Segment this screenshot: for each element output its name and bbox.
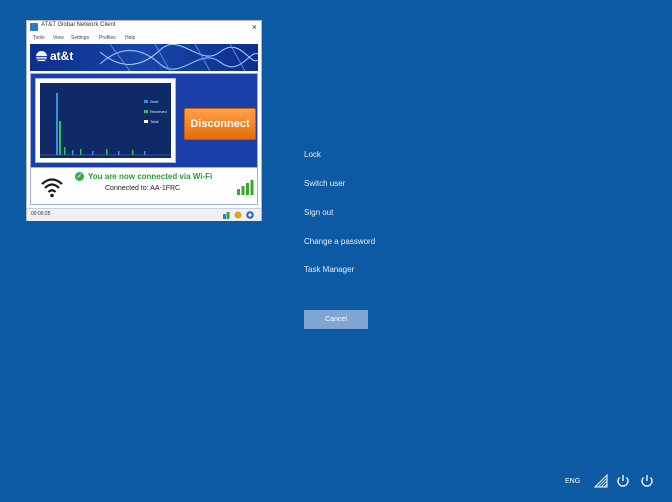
wifi-icon [41, 178, 63, 198]
signal-bars-icon [237, 180, 254, 195]
close-icon[interactable]: × [252, 21, 257, 33]
menu-profiles[interactable]: Profiles [99, 35, 116, 41]
app-icon [30, 23, 38, 31]
lock-option[interactable]: Lock [304, 150, 321, 159]
language-indicator[interactable]: ENG [565, 478, 580, 485]
status-sub-text: Connected to: AA-1FRC [105, 185, 181, 192]
window-title: AT&T Global Network Client [41, 22, 116, 28]
legend-received: Received [144, 109, 167, 114]
cancel-button[interactable]: Cancel [304, 310, 368, 329]
power-icon[interactable] [640, 474, 654, 488]
menubar: Tools View Settings Profiles Help [27, 34, 261, 43]
change-password-option[interactable]: Change a password [304, 237, 375, 246]
menu-help[interactable]: Help [125, 35, 135, 41]
window-statusbar: 00:00:25 [27, 208, 261, 221]
traffic-panel: Sent Received Total Disconnect [30, 73, 258, 168]
legend-total: Total [144, 119, 158, 124]
window-titlebar[interactable]: AT&T Global Network Client × [27, 21, 261, 34]
menu-tools[interactable]: Tools [33, 35, 45, 41]
ease-of-access-icon[interactable] [616, 474, 630, 488]
sign-out-option[interactable]: Sign out [304, 208, 333, 217]
statusbar-icons [223, 211, 254, 219]
disconnect-button[interactable]: Disconnect [184, 108, 256, 140]
check-icon: ✓ [75, 172, 84, 181]
switch-user-option[interactable]: Switch user [304, 179, 345, 188]
network-icon[interactable] [594, 474, 608, 488]
graph-area: Sent Received Total [40, 83, 171, 158]
att-banner: at&t [30, 44, 258, 71]
att-client-window: AT&T Global Network Client × Tools View … [26, 20, 262, 221]
wave-graphic [100, 44, 258, 71]
status-main-text: You are now connected via Wi-Fi [88, 172, 213, 181]
menu-settings[interactable]: Settings [71, 35, 89, 41]
att-logo-text: at&t [50, 49, 74, 63]
task-manager-option[interactable]: Task Manager [304, 265, 354, 274]
att-globe-icon [36, 51, 47, 62]
legend-sent: Sent [144, 99, 158, 104]
connection-timer: 00:00:25 [31, 211, 51, 217]
menu-view[interactable]: View [53, 35, 64, 41]
connection-status: ✓ You are now connected via Wi-Fi Connec… [30, 167, 258, 205]
traffic-graph: Sent Received Total [35, 78, 176, 163]
